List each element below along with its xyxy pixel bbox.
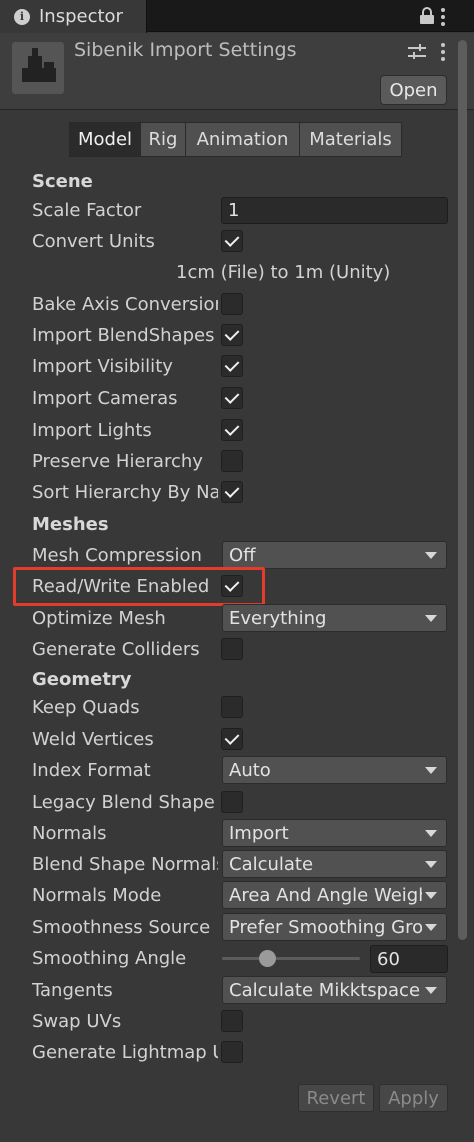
generate-colliders-label: Generate Colliders xyxy=(32,639,200,660)
blend-shape-normals-label: Blend Shape Normals xyxy=(32,854,218,875)
generate-lightmap-uvs-label: Generate Lightmap UVs xyxy=(32,1042,218,1063)
optimize-mesh-dropdown[interactable]: Everything xyxy=(222,604,447,632)
normals-dropdown[interactable]: Import xyxy=(222,819,447,847)
presets-sliders-icon[interactable] xyxy=(408,44,426,60)
swap-uvs-label: Swap UVs xyxy=(32,1011,122,1032)
convert-units-checkbox[interactable] xyxy=(221,230,243,252)
normals-mode-label: Normals Mode xyxy=(32,885,162,906)
scale-factor-label: Scale Factor xyxy=(32,200,142,221)
inspector-tab-title: Inspector xyxy=(39,6,123,27)
unit-conversion-note: 1cm (File) to 1m (Unity) xyxy=(176,262,391,283)
info-icon: i xyxy=(14,8,30,25)
revert-button[interactable]: Revert xyxy=(298,1084,374,1112)
import-cameras-label: Import Cameras xyxy=(32,388,178,409)
chevron-down-icon xyxy=(425,551,437,559)
weld-vertices-label: Weld Vertices xyxy=(32,729,154,750)
index-format-dropdown[interactable]: Auto xyxy=(222,756,447,784)
swap-uvs-checkbox[interactable] xyxy=(221,1010,243,1032)
tab-animation[interactable]: Animation xyxy=(185,122,300,157)
import-lights-checkbox[interactable] xyxy=(221,419,243,441)
smoothness-source-value: Prefer Smoothing Groups xyxy=(229,916,422,938)
smoothing-angle-slider-track[interactable] xyxy=(222,957,360,960)
tab-model[interactable]: Model xyxy=(69,122,141,157)
geometry-heading: Geometry xyxy=(32,669,132,690)
read-write-highlight-box xyxy=(13,567,265,606)
header-menu-icon[interactable] xyxy=(440,43,445,61)
import-blendshapes-label: Import BlendShapes xyxy=(32,325,215,346)
weld-vertices-checkbox[interactable] xyxy=(221,728,243,750)
chevron-down-icon xyxy=(425,891,437,899)
chevron-down-icon xyxy=(425,923,437,931)
meshes-heading: Meshes xyxy=(32,514,109,535)
import-lights-label: Import Lights xyxy=(32,420,152,441)
import-visibility-label: Import Visibility xyxy=(32,356,173,377)
smoothness-source-label: Smoothness Source xyxy=(32,917,211,938)
generate-lightmap-uvs-checkbox[interactable] xyxy=(221,1041,243,1063)
import-visibility-checkbox[interactable] xyxy=(221,355,243,377)
keep-quads-checkbox[interactable] xyxy=(221,696,243,718)
import-tabs: Model Rig Animation Materials xyxy=(69,122,402,157)
asset-title: Sibenik Import Settings xyxy=(74,39,297,61)
inspector-header: Sibenik Import Settings Open xyxy=(0,33,474,110)
tangents-label: Tangents xyxy=(32,980,113,1001)
chevron-down-icon xyxy=(425,766,437,774)
preserve-hierarchy-label: Preserve Hierarchy xyxy=(32,451,203,472)
sort-hierarchy-label: Sort Hierarchy By Name xyxy=(32,482,218,503)
smoothing-angle-label: Smoothing Angle xyxy=(32,948,187,969)
index-format-label: Index Format xyxy=(32,760,151,781)
window-tab-bar: i Inspector xyxy=(0,0,474,33)
blend-shape-normals-value: Calculate xyxy=(229,853,314,875)
model-asset-icon xyxy=(12,42,64,94)
scene-heading: Scene xyxy=(32,171,93,192)
open-button[interactable]: Open xyxy=(380,75,447,105)
mesh-compression-value: Off xyxy=(229,544,256,566)
normals-mode-value: Area And Angle Weighted xyxy=(229,884,422,906)
bake-axis-conversion-label: Bake Axis Conversion xyxy=(32,294,218,315)
tangents-value: Calculate Mikktspace xyxy=(229,979,421,1001)
convert-units-label: Convert Units xyxy=(32,231,155,252)
sort-hierarchy-checkbox[interactable] xyxy=(221,481,243,503)
chevron-down-icon xyxy=(425,986,437,994)
inspector-tab[interactable]: i Inspector xyxy=(0,0,147,33)
optimize-mesh-value: Everything xyxy=(229,607,327,629)
blend-shape-normals-dropdown[interactable]: Calculate xyxy=(222,850,447,878)
vertical-scrollbar[interactable] xyxy=(458,40,467,940)
scale-factor-field[interactable]: 1 xyxy=(221,197,448,224)
import-cameras-checkbox[interactable] xyxy=(221,387,243,409)
mesh-compression-dropdown[interactable]: Off xyxy=(222,541,447,569)
mesh-compression-label: Mesh Compression xyxy=(32,545,202,566)
normals-value: Import xyxy=(229,822,289,844)
normals-mode-dropdown[interactable]: Area And Angle Weighted xyxy=(222,881,447,909)
generate-colliders-checkbox[interactable] xyxy=(221,638,243,660)
tangents-dropdown[interactable]: Calculate Mikktspace xyxy=(222,976,447,1004)
tab-rig[interactable]: Rig xyxy=(140,122,186,157)
kebab-menu-icon[interactable] xyxy=(440,8,445,26)
smoothing-angle-field[interactable]: 60 xyxy=(370,945,448,973)
normals-label: Normals xyxy=(32,823,107,844)
import-blendshapes-checkbox[interactable] xyxy=(221,324,243,346)
smoothness-source-dropdown[interactable]: Prefer Smoothing Groups xyxy=(222,913,447,941)
chevron-down-icon xyxy=(425,860,437,868)
legacy-blend-shape-label: Legacy Blend Shape Normals xyxy=(32,792,218,813)
tab-materials[interactable]: Materials xyxy=(299,122,402,157)
preserve-hierarchy-checkbox[interactable] xyxy=(221,450,243,472)
lock-icon[interactable] xyxy=(419,7,435,24)
apply-button[interactable]: Apply xyxy=(379,1084,448,1112)
smoothing-angle-slider-handle[interactable] xyxy=(259,950,277,967)
chevron-down-icon xyxy=(425,614,437,622)
chevron-down-icon xyxy=(425,829,437,837)
bake-axis-conversion-checkbox[interactable] xyxy=(221,293,243,315)
index-format-value: Auto xyxy=(229,759,271,781)
optimize-mesh-label: Optimize Mesh xyxy=(32,608,166,629)
keep-quads-label: Keep Quads xyxy=(32,697,140,718)
legacy-blend-shape-checkbox[interactable] xyxy=(221,791,243,813)
